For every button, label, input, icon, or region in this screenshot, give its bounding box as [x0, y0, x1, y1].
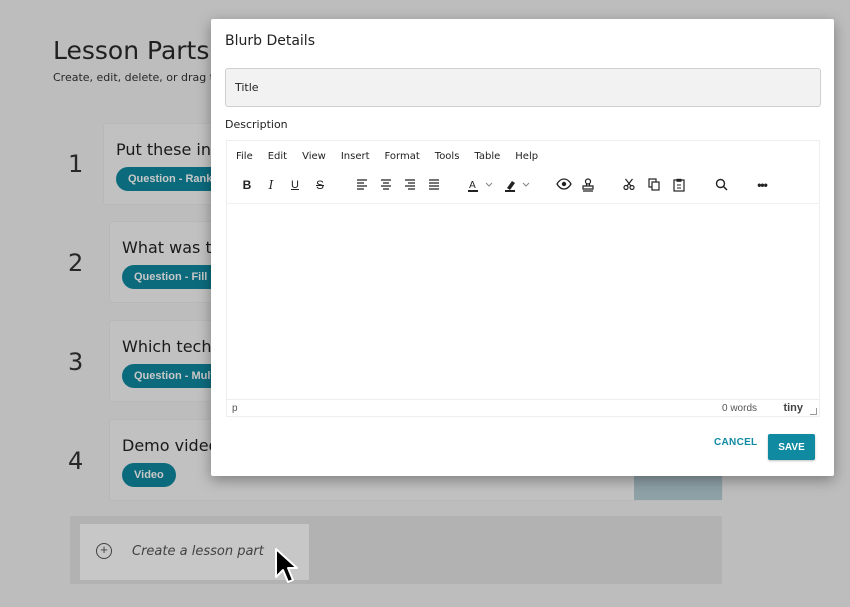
menu-view[interactable]: View	[296, 147, 332, 167]
tiny-brand-logo[interactable]: tiny	[783, 402, 803, 414]
strikethrough-icon[interactable]: S	[309, 173, 331, 197]
menu-tools[interactable]: Tools	[429, 147, 466, 167]
cancel-button[interactable]: CANCEL	[714, 437, 757, 448]
text-color-icon[interactable]: A	[466, 173, 498, 197]
paste-icon[interactable]	[668, 173, 690, 197]
cut-icon[interactable]	[618, 173, 640, 197]
rich-text-editor: File Edit View Insert Format Tools Table…	[226, 140, 820, 417]
resize-handle-icon[interactable]	[810, 408, 817, 415]
menu-table[interactable]: Table	[468, 147, 506, 167]
justify-icon[interactable]	[423, 173, 445, 197]
search-icon[interactable]	[710, 173, 732, 197]
italic-icon[interactable]: I	[260, 173, 282, 197]
highlight-color-icon[interactable]	[503, 173, 535, 197]
description-label: Description	[225, 118, 288, 131]
align-center-icon[interactable]	[375, 173, 397, 197]
editor-menubar: File Edit View Insert Format Tools Table…	[227, 147, 544, 167]
save-button[interactable]: SAVE	[768, 434, 815, 460]
element-path[interactable]: p	[232, 403, 238, 414]
editor-toolbar: B I U S A •••	[227, 173, 819, 201]
editor-statusbar: p 0 words tiny	[227, 399, 819, 417]
editor-content-area[interactable]	[227, 203, 819, 399]
align-left-icon[interactable]	[351, 173, 373, 197]
title-input[interactable]	[225, 68, 821, 107]
stamp-icon[interactable]	[577, 173, 599, 197]
blurb-details-dialog: Blurb Details Description File Edit View…	[211, 19, 834, 476]
menu-file[interactable]: File	[230, 147, 259, 167]
menu-edit[interactable]: Edit	[262, 147, 293, 167]
menu-format[interactable]: Format	[379, 147, 426, 167]
copy-icon[interactable]	[643, 173, 665, 197]
dialog-title: Blurb Details	[225, 33, 315, 49]
word-count[interactable]: 0 words	[722, 403, 757, 414]
more-icon[interactable]: •••	[751, 173, 773, 197]
bold-icon[interactable]: B	[236, 173, 258, 197]
menu-insert[interactable]: Insert	[335, 147, 376, 167]
svg-text:A: A	[469, 180, 476, 191]
menu-help[interactable]: Help	[509, 147, 544, 167]
preview-icon[interactable]	[553, 173, 575, 197]
align-right-icon[interactable]	[399, 173, 421, 197]
underline-icon[interactable]: U	[284, 173, 306, 197]
mouse-pointer-icon	[275, 548, 298, 583]
